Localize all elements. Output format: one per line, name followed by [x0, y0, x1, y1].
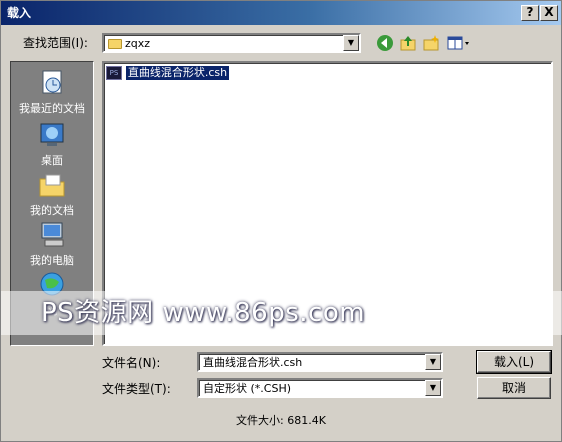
recent-documents-icon — [42, 70, 62, 94]
lookin-combo[interactable]: zqxz ▼ — [102, 33, 361, 53]
place-my-computer[interactable]: 我的电脑 — [11, 220, 93, 268]
up-folder-icon[interactable] — [398, 34, 418, 54]
load-button[interactable]: 载入(L) — [476, 350, 552, 374]
help-button[interactable]: ? — [521, 5, 539, 21]
my-documents-icon — [39, 174, 65, 197]
chevron-down-icon[interactable]: ▼ — [425, 354, 441, 370]
lookin-label: 查找范围(I): — [23, 36, 88, 50]
cancel-button[interactable]: 取消 — [477, 377, 551, 399]
new-folder-icon[interactable] — [421, 34, 441, 54]
close-button[interactable]: X — [540, 5, 558, 21]
back-icon[interactable] — [375, 34, 395, 54]
filetype-select[interactable]: 自定形状 (*.CSH) ▼ — [197, 378, 443, 398]
place-my-documents[interactable]: 我的文档 — [11, 170, 93, 218]
filetype-label: 文件类型(T): — [102, 382, 171, 396]
chevron-down-icon[interactable]: ▼ — [425, 380, 441, 396]
place-recent[interactable]: 我最近的文档 — [11, 68, 93, 116]
file-name: 直曲线混合形状.csh — [124, 64, 231, 81]
filetype-value: 自定形状 (*.CSH) — [203, 382, 292, 395]
view-menu-icon[interactable] — [446, 34, 472, 54]
desktop-icon — [40, 123, 64, 146]
filename-field[interactable]: 直曲线混合形状.csh ▼ — [197, 352, 443, 372]
folder-icon — [108, 39, 122, 49]
filename-label: 文件名(N): — [102, 356, 161, 370]
watermark: PS资源网 www.86ps.com — [1, 291, 562, 335]
file-size-status: 文件大小: 681.4K — [236, 414, 326, 427]
chevron-down-icon[interactable]: ▼ — [343, 35, 359, 51]
place-desktop[interactable]: 桌面 — [11, 120, 93, 168]
list-item[interactable]: PS 直曲线混合形状.csh — [106, 64, 231, 81]
lookin-value: zqxz — [125, 37, 151, 50]
csh-file-icon: PS — [106, 65, 122, 80]
title-bar: 载入 — [1, 1, 561, 25]
filename-value: 直曲线混合形状.csh — [203, 356, 303, 369]
window-title: 载入 — [7, 6, 32, 20]
load-dialog: 载入 ? X 查找范围(I): zqxz ▼ 我最近的文档 桌面 我的文档 我的 — [0, 0, 562, 442]
my-computer-icon — [41, 222, 64, 247]
